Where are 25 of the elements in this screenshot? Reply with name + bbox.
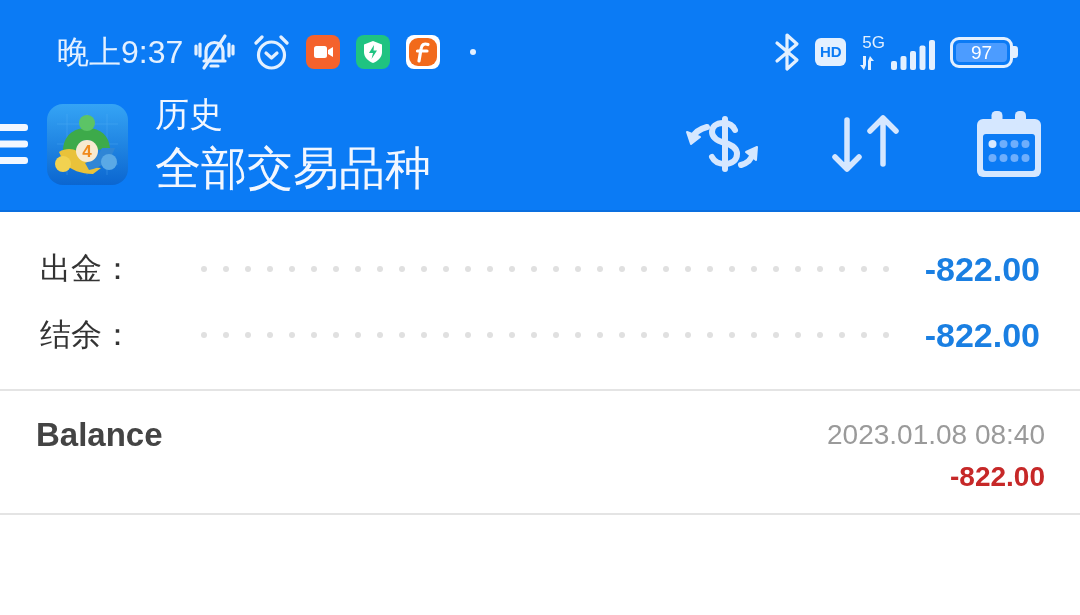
menu-icon[interactable] [0,124,28,164]
app-logo-icon: 4 [47,103,128,185]
network-type-label: 5G [862,34,885,52]
page-subtitle: 全部交易品种 [155,140,431,195]
currency-exchange-icon[interactable] [685,116,759,172]
alarm-clock-icon [253,33,291,71]
calendar-icon[interactable] [977,111,1041,177]
letter-f-app-icon [406,35,441,69]
deal-type: Balance [36,417,163,453]
signal-icon [891,40,936,70]
clock-time: 晚上9:37 [57,33,184,72]
summary-label: 结余： [40,316,134,354]
sort-arrows-icon[interactable] [831,115,899,173]
deal-profit: -822.00 [950,460,1045,494]
shield-app-icon [356,35,391,69]
summary-label: 出金： [40,250,134,288]
video-app-icon [306,35,341,69]
summary-value: -822.00 [924,315,1040,355]
page-title: 历史 [155,93,224,134]
summary-value: -822.00 [924,249,1040,289]
muted-bell-icon [193,33,237,71]
battery-percentage: 97 [956,42,1007,62]
data-activity-icon [859,56,876,70]
hd-badge: HD [815,38,847,66]
deal-time: 2023.01.08 08:40 [827,418,1045,452]
